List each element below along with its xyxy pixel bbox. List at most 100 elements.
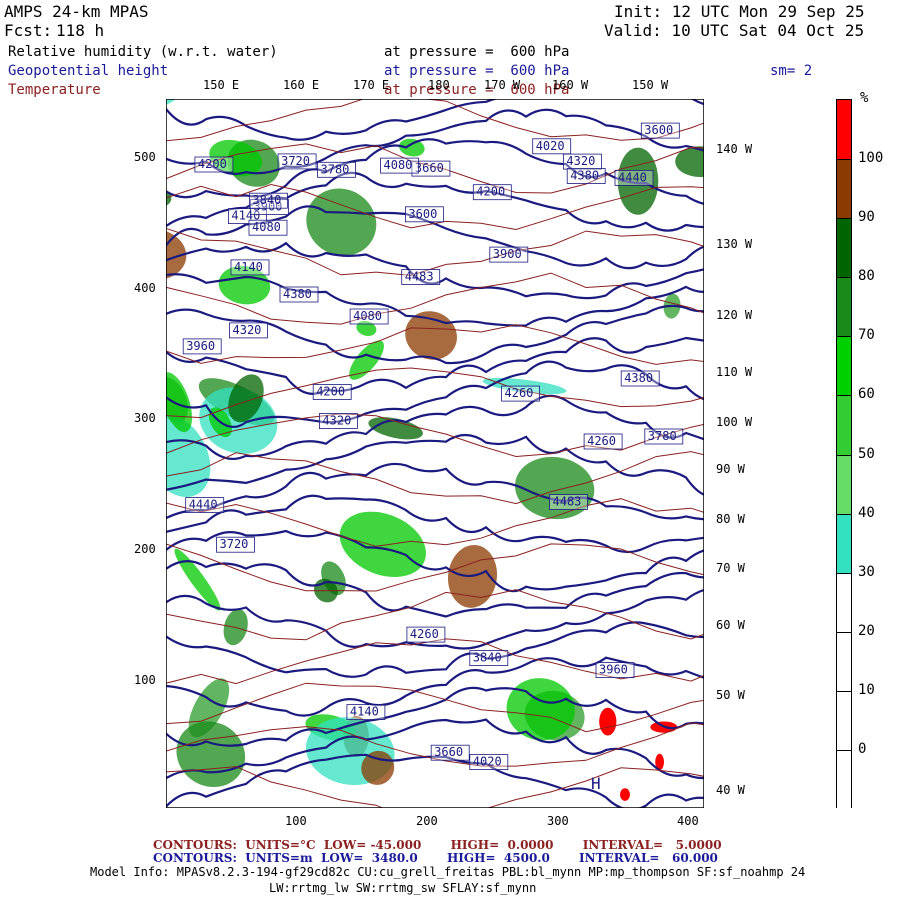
field-3-name: Temperature — [8, 82, 101, 98]
height-label-text: 4140 — [234, 260, 263, 274]
smoothing-label: sm= 2 — [770, 63, 813, 79]
x-axis-label: 100 — [285, 814, 307, 828]
x-axis-label: 300 — [547, 814, 569, 828]
forecast-hour: 118 h — [56, 21, 105, 40]
colorbar-label: 80 — [858, 268, 875, 285]
height-label-text: 4320 — [322, 414, 351, 428]
model-info-line1: Model Info: MPASv8.2.3-194-gf29cd82c CU:… — [90, 865, 806, 879]
colorbar-label: 50 — [858, 445, 875, 462]
colorbar-segment — [837, 454, 851, 516]
height-label-text: 3660 — [415, 161, 444, 175]
x-axis-label: 400 — [677, 814, 699, 828]
y-axis-label: 100 — [134, 673, 156, 687]
field-1-name: Relative humidity (w.r.t. water) — [8, 44, 278, 60]
height-label-text: 3780 — [321, 162, 350, 176]
lon-label-right: 110 W — [716, 365, 753, 379]
lon-label-right: 130 W — [716, 237, 753, 251]
colorbar-unit: % — [860, 90, 869, 106]
colorbar-segment — [837, 218, 851, 279]
high-pressure-marker: H — [591, 774, 601, 793]
colorbar-segment — [837, 395, 851, 456]
height-label-text: 4320 — [233, 323, 262, 337]
field-3-level: at pressure = 600 hPa — [384, 82, 570, 98]
lon-label-top: 150 W — [632, 78, 669, 92]
height-label-text: 3960 — [599, 663, 628, 677]
lon-label-top: 170 E — [353, 78, 390, 92]
field-2-name: Geopotential height — [8, 63, 169, 79]
colorbar-segment — [837, 159, 851, 220]
colorbar-label: 0 — [858, 740, 867, 757]
height-label-text: 4260 — [410, 627, 439, 641]
lon-label-right: 50 W — [716, 688, 745, 702]
lon-label-right: 90 W — [716, 462, 745, 476]
height-label-text: 3960 — [186, 339, 215, 353]
y-axis-label: 200 — [134, 542, 156, 556]
height-label-text: 3840 — [473, 651, 502, 665]
height-label-text: 4440 — [189, 498, 218, 512]
height-contour-info: CONTOURS: UNITS=m LOW= 3480.0 HIGH= 4500… — [153, 851, 718, 865]
colorbar-label: 40 — [858, 504, 875, 521]
field-1-level: at pressure = 600 hPa — [384, 44, 570, 60]
colorbar-label: 10 — [858, 681, 875, 698]
rh-saturated-spot — [620, 788, 630, 801]
height-label-text: 4140 — [350, 705, 379, 719]
colorbar-label: 20 — [858, 622, 875, 639]
lon-label-right: 70 W — [716, 561, 745, 575]
model-info-line2: LW:rrtmg_lw SW:rrtmg_sw SFLAY:sf_mynn — [269, 881, 537, 895]
height-label-text: 4020 — [536, 139, 565, 153]
colorbar-label: 90 — [858, 209, 875, 226]
temp-contour-info: CONTOURS: UNITS=°C LOW= -45.000 HIGH= 0.… — [153, 838, 722, 852]
lon-label-right: 40 W — [716, 783, 745, 797]
height-label-text: 3840 — [252, 193, 281, 207]
height-label-text: 3720 — [281, 154, 310, 168]
height-label-text: 3780 — [648, 429, 677, 443]
lon-label-top: 180 — [428, 78, 450, 92]
y-axis-label: 400 — [134, 281, 156, 295]
height-label-text: 4080 — [252, 220, 281, 234]
colorbar-segment — [837, 277, 851, 338]
height-label-text: 4320 — [566, 154, 595, 168]
init-time: Init: 12 UTC Mon 29 Sep 25 — [614, 2, 865, 21]
colorbar-segment — [837, 336, 851, 397]
colorbar-segment — [837, 572, 851, 634]
lon-label-right: 120 W — [716, 308, 753, 322]
colorbar-label: 70 — [858, 327, 875, 344]
height-label-text: 4440 — [618, 170, 647, 184]
field-2-level: at pressure = 600 hPa — [384, 63, 570, 79]
colorbar-segment — [837, 100, 851, 160]
height-label-text: 3720 — [220, 537, 249, 551]
height-label-text: 4380 — [624, 371, 653, 385]
rh-saturated-spot — [599, 707, 617, 736]
height-label-text: 4080 — [384, 158, 413, 172]
valid-time: Valid: 10 UTC Sat 04 Oct 25 — [604, 21, 865, 40]
lon-label-top: 150 E — [203, 78, 240, 92]
height-label-text: 3900 — [493, 247, 522, 261]
height-label-text: 4020 — [473, 755, 502, 769]
lon-label-top: 170 W — [484, 78, 521, 92]
colorbar-segment — [837, 749, 851, 811]
lon-label-right: 60 W — [716, 618, 745, 632]
lon-label-top: 160 E — [283, 78, 320, 92]
height-label-text: 4260 — [587, 434, 616, 448]
height-label-text: 3600 — [408, 207, 437, 221]
height-label-text: 4380 — [570, 169, 599, 183]
colorbar-label: 30 — [858, 563, 875, 580]
y-axis-label: 300 — [134, 411, 156, 425]
height-label-text: 4200 — [198, 157, 227, 171]
rh-colorbar — [836, 99, 852, 811]
colorbar-segment — [837, 513, 851, 575]
colorbar-label: 100 — [858, 150, 884, 167]
x-axis-label: 200 — [416, 814, 438, 828]
height-label-text: 4380 — [283, 287, 312, 301]
height-label-text: 4080 — [353, 309, 382, 323]
colorbar-segment — [837, 631, 851, 693]
lon-label-right: 80 W — [716, 512, 745, 526]
lon-label-top: 160 W — [552, 78, 589, 92]
colorbar-segment — [837, 690, 851, 752]
height-label-text: 3600 — [644, 123, 673, 137]
model-title: AMPS 24-km MPAS — [4, 2, 149, 21]
lon-label-right: 100 W — [716, 415, 753, 429]
height-label-text: 4200 — [476, 185, 505, 199]
forecast-label: Fcst: — [4, 21, 53, 40]
height-label-text: 4200 — [316, 385, 345, 399]
